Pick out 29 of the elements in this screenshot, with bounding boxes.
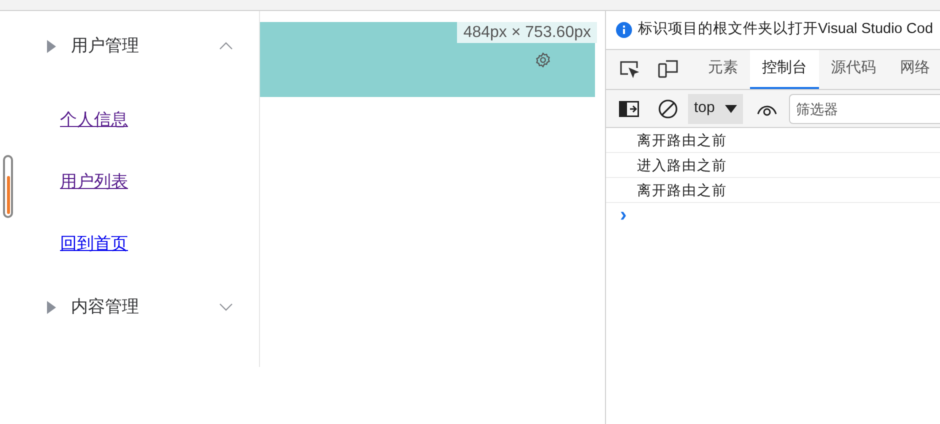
device-toolbar-icon[interactable]	[658, 58, 678, 78]
devtools-tab[interactable]: 元素	[696, 50, 750, 89]
settings-icon	[535, 52, 551, 68]
console-message: 离开路由之前	[637, 130, 727, 150]
console-message: 离开路由之前	[637, 180, 727, 200]
devtools-tab[interactable]: 网络	[888, 50, 940, 89]
menu-link[interactable]: 回到首页	[60, 233, 128, 255]
info-message: 标识项目的根文件夹以打开Visual Studio Cod	[638, 20, 934, 40]
caret-right-icon	[47, 300, 56, 314]
caret-right-icon	[47, 40, 56, 52]
menu-link[interactable]: 个人信息	[60, 109, 128, 131]
clear-console-icon[interactable]	[658, 98, 678, 118]
size-label: 484px × 753.60px	[457, 22, 597, 43]
menu-link[interactable]: 用户列表	[60, 171, 128, 193]
devtools-tab[interactable]: 源代码	[819, 50, 888, 89]
dropdown-caret-icon	[724, 104, 737, 112]
info-icon	[616, 22, 632, 38]
inspect-icon[interactable]	[619, 60, 639, 78]
context-dropdown[interactable]: top	[688, 94, 743, 124]
chevron-down-icon	[219, 303, 233, 311]
filter-field[interactable]: 筛选器	[788, 94, 940, 124]
console-message: 进入路由之前	[637, 156, 727, 174]
chevron-up-icon	[219, 42, 233, 50]
submenu-header[interactable]: 用户管理	[0, 35, 259, 57]
submenu-header[interactable]: 内容管理	[0, 296, 259, 318]
devtools-tab[interactable]: 控制台	[750, 50, 819, 89]
sidebar-toggle-icon[interactable]	[619, 100, 639, 116]
scroll-handle-icon[interactable]	[3, 155, 13, 218]
console-prompt[interactable]: ›	[620, 204, 627, 226]
